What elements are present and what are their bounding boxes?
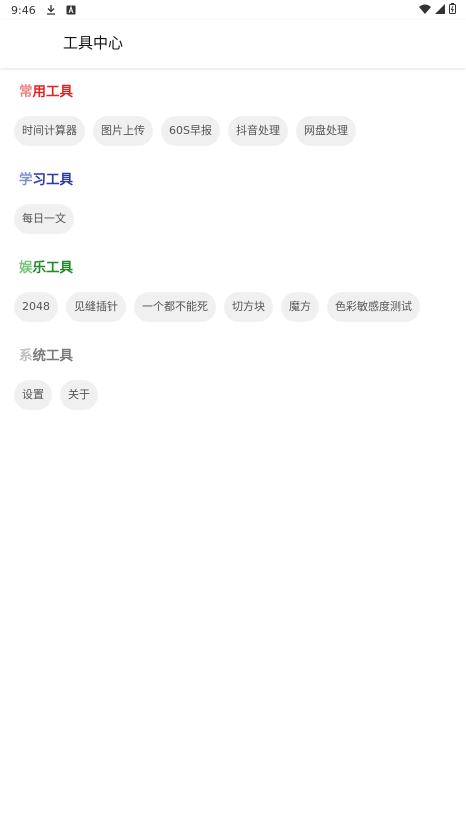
signal-icon: [435, 3, 445, 17]
section-title: 常用工具: [19, 83, 73, 101]
tool-chip[interactable]: 每日一文: [14, 204, 74, 234]
tool-chip[interactable]: 魔方: [281, 292, 319, 322]
tool-chip-list: 时间计算器 图片上传 60S早报 抖音处理 网盘处理: [14, 116, 356, 146]
section-title-rest: 统工具: [32, 348, 74, 364]
tool-chip[interactable]: 设置: [14, 380, 52, 410]
wifi-icon: [419, 4, 431, 17]
section-title-first-char: 学: [19, 172, 33, 188]
tool-chip[interactable]: 图片上传: [93, 116, 153, 146]
tool-chip[interactable]: 见缝插针: [66, 292, 126, 322]
tool-chip[interactable]: 60S早报: [161, 116, 220, 146]
tool-chip[interactable]: 切方块: [224, 292, 273, 322]
section-title-first-char: 系: [19, 348, 33, 364]
section-title: 系统工具: [19, 347, 73, 365]
tool-chip-list: 2048 见缝插针 一个都不能死 切方块 魔方 色彩敏感度测试: [14, 292, 420, 322]
tool-chip-list: 设置 关于: [14, 380, 98, 410]
section-title-first-char: 娱: [19, 260, 33, 276]
tool-chip[interactable]: 网盘处理: [295, 116, 356, 146]
status-time: 9:46: [11, 3, 36, 17]
tool-chip[interactable]: 抖音处理: [227, 116, 288, 146]
a-icon: [66, 5, 76, 15]
section-title-rest: 用工具: [32, 84, 74, 100]
tool-chip[interactable]: 关于: [60, 380, 98, 410]
app-bar: 工具中心: [0, 20, 466, 68]
page-title: 工具中心: [63, 34, 124, 52]
status-bar: 9:46: [0, 0, 466, 20]
section-title-rest: 乐工具: [32, 260, 74, 276]
tool-chip[interactable]: 一个都不能死: [134, 292, 216, 322]
download-icon: [46, 5, 56, 15]
section-title-rest: 习工具: [32, 172, 74, 188]
section-title-first-char: 常: [19, 84, 33, 100]
tool-chip[interactable]: 时间计算器: [14, 116, 85, 146]
section-title: 娱乐工具: [19, 259, 73, 277]
battery-icon: [449, 3, 456, 17]
tool-chip-list: 每日一文: [14, 204, 74, 234]
tool-chip[interactable]: 2048: [14, 292, 58, 322]
section-title: 学习工具: [19, 171, 73, 189]
tool-chip[interactable]: 色彩敏感度测试: [327, 292, 420, 322]
